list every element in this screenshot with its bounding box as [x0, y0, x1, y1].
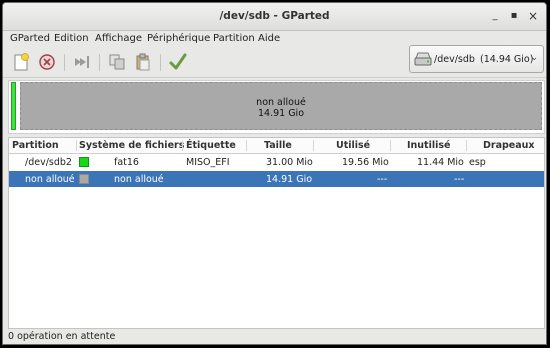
cell-size: 31.00 Mio — [266, 157, 313, 168]
column-header-filesystem[interactable]: Système de fichiers — [79, 140, 184, 151]
title-bar[interactable]: /dev/sdb - GParted _ ▪ × — [3, 3, 546, 31]
menu-gparted[interactable]: GParted — [10, 33, 50, 44]
chevron-down-icon: ⌄ — [530, 53, 538, 63]
partition-table: Partition Système de fichiers Étiquette … — [8, 137, 545, 329]
column-separator — [313, 140, 314, 151]
delete-partition-button[interactable] — [37, 52, 57, 72]
paste-icon — [136, 53, 150, 71]
minimize-button[interactable]: _ — [489, 10, 501, 22]
partition-block-sdb2[interactable] — [11, 82, 16, 130]
cell-size: 14.91 Gio — [266, 174, 313, 185]
column-separator — [246, 140, 247, 151]
column-separator — [182, 140, 183, 151]
device-name: /dev/sdb — [434, 54, 475, 65]
toolbar-separator — [160, 54, 161, 71]
resize-move-button[interactable] — [72, 52, 92, 72]
cell-used: 19.56 Mio — [342, 157, 389, 168]
window-title: /dev/sdb - GParted — [219, 10, 330, 22]
drive-icon — [414, 52, 432, 66]
cell-filesystem: fat16 — [114, 157, 139, 168]
filesystem-color-swatch — [79, 157, 89, 167]
apply-icon — [169, 53, 187, 70]
cell-filesystem: non alloué — [114, 174, 164, 185]
menu-affichage[interactable]: Affichage — [95, 33, 142, 44]
paste-button[interactable] — [133, 52, 153, 72]
column-header-unused[interactable]: Inutilisé — [407, 140, 450, 151]
toolbar-separator — [64, 54, 65, 71]
cell-partition: non alloué — [25, 174, 75, 185]
delete-icon — [39, 54, 55, 70]
cell-flags: esp — [469, 157, 486, 168]
menu-aide[interactable]: Aide — [258, 33, 280, 44]
copy-icon — [109, 54, 125, 70]
column-separator — [466, 140, 467, 151]
device-selector[interactable]: /dev/sdb (14.94 Gio) ⌄ — [409, 45, 544, 73]
cell-used: --- — [377, 174, 388, 185]
copy-button[interactable] — [107, 52, 127, 72]
cell-unused: 11.44 Mio — [417, 157, 464, 168]
disk-map: non alloué 14.91 Gio — [8, 80, 545, 134]
table-row[interactable]: non alloué non alloué 14.91 Gio --- --- — [9, 171, 544, 187]
status-bar: 0 opération en attente — [8, 331, 116, 342]
menu-edition[interactable]: Edition — [54, 33, 89, 44]
cell-unused: --- — [454, 174, 465, 185]
column-header-flags[interactable]: Drapeaux — [483, 140, 535, 151]
gparted-window: /dev/sdb - GParted _ ▪ × GParted Edition… — [2, 2, 547, 345]
close-button[interactable]: × — [527, 10, 539, 22]
column-header-partition[interactable]: Partition — [12, 140, 59, 151]
menu-partition[interactable]: Partition — [213, 33, 255, 44]
new-partition-button[interactable] — [11, 52, 31, 72]
resize-move-icon — [75, 56, 89, 68]
device-size: (14.94 Gio) — [480, 54, 534, 65]
unallocated-block[interactable]: non alloué 14.91 Gio — [20, 82, 542, 130]
maximize-button[interactable]: ▪ — [508, 10, 520, 22]
column-header-size[interactable]: Taille — [264, 140, 292, 151]
column-separator — [390, 140, 391, 151]
filesystem-color-swatch — [79, 174, 89, 184]
menu-peripherique[interactable]: Périphérique — [147, 33, 210, 44]
table-header: Partition Système de fichiers Étiquette … — [9, 138, 544, 154]
column-header-used[interactable]: Utilisé — [336, 140, 370, 151]
table-row[interactable]: /dev/sdb2 fat16 MISO_EFI 31.00 Mio 19.56… — [9, 154, 544, 170]
new-icon — [14, 53, 29, 71]
cell-partition: /dev/sdb2 — [25, 157, 72, 168]
column-separator — [76, 140, 77, 151]
cell-label: MISO_EFI — [186, 157, 230, 168]
toolbar-separator — [99, 54, 100, 71]
column-header-label[interactable]: Étiquette — [186, 140, 236, 151]
apply-button[interactable] — [168, 52, 188, 72]
disk-map-label: non alloué — [256, 97, 306, 108]
disk-map-size: 14.91 Gio — [257, 108, 305, 119]
